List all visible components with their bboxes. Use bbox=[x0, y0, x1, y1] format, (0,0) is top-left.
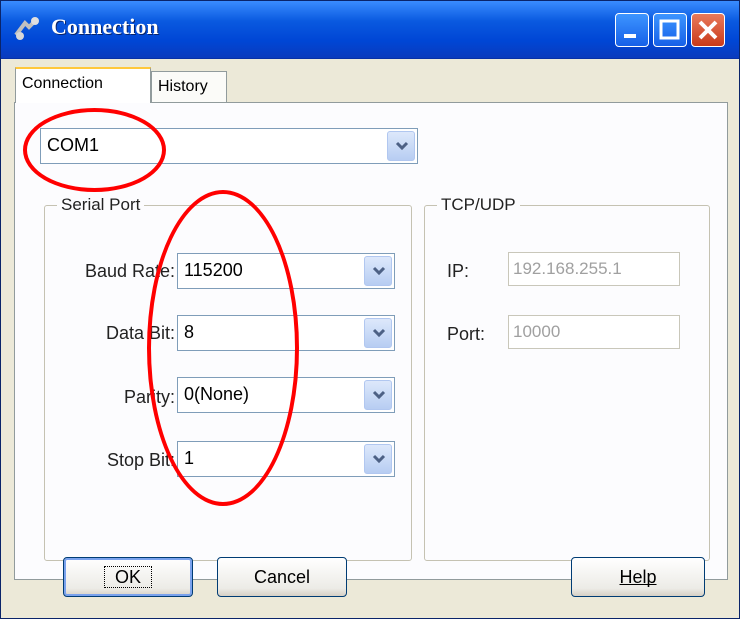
serial-port-legend: Serial Port bbox=[61, 195, 141, 214]
cancel-button[interactable]: Cancel bbox=[217, 557, 347, 597]
chevron-down-icon[interactable] bbox=[364, 256, 392, 286]
window-title: Connection bbox=[51, 14, 159, 39]
chevron-down-icon[interactable] bbox=[364, 318, 392, 348]
ok-label: OK bbox=[103, 566, 152, 588]
maximize-button[interactable] bbox=[653, 13, 687, 47]
minimize-button[interactable] bbox=[615, 13, 649, 47]
tab-connection[interactable]: Connection bbox=[15, 67, 151, 103]
ok-button[interactable]: OK bbox=[63, 557, 193, 597]
ip-field: 192.168.255.1 bbox=[508, 252, 680, 286]
port-field: 10000 bbox=[508, 315, 680, 349]
chevron-down-icon[interactable] bbox=[364, 444, 392, 474]
ip-label: IP: bbox=[447, 261, 470, 281]
port-label: Port: bbox=[447, 324, 486, 344]
connection-dialog: Connection Connection History COM1 Seria… bbox=[0, 0, 740, 619]
ip-value: 192.168.255.1 bbox=[513, 259, 622, 278]
title-bar[interactable]: Connection bbox=[1, 1, 739, 59]
port-number-value: 10000 bbox=[513, 322, 561, 341]
chevron-down-icon[interactable] bbox=[364, 380, 392, 410]
close-icon bbox=[698, 20, 718, 40]
tcp-udp-group: TCP/UDP bbox=[424, 195, 710, 561]
connection-icon bbox=[14, 17, 39, 40]
close-button[interactable] bbox=[691, 13, 725, 47]
tab-history[interactable]: History bbox=[151, 71, 227, 103]
help-label: Help bbox=[619, 567, 657, 587]
help-button[interactable]: Help bbox=[571, 557, 705, 597]
stop-bit-label: Stop Bit: bbox=[106, 450, 175, 470]
annotation-circle-port bbox=[23, 108, 166, 192]
minimize-icon bbox=[624, 34, 636, 38]
maximize-icon bbox=[659, 19, 680, 40]
tcp-udp-legend: TCP/UDP bbox=[441, 195, 516, 214]
annotation-ellipse-serial-values bbox=[147, 190, 299, 506]
chevron-down-icon[interactable] bbox=[387, 131, 415, 161]
